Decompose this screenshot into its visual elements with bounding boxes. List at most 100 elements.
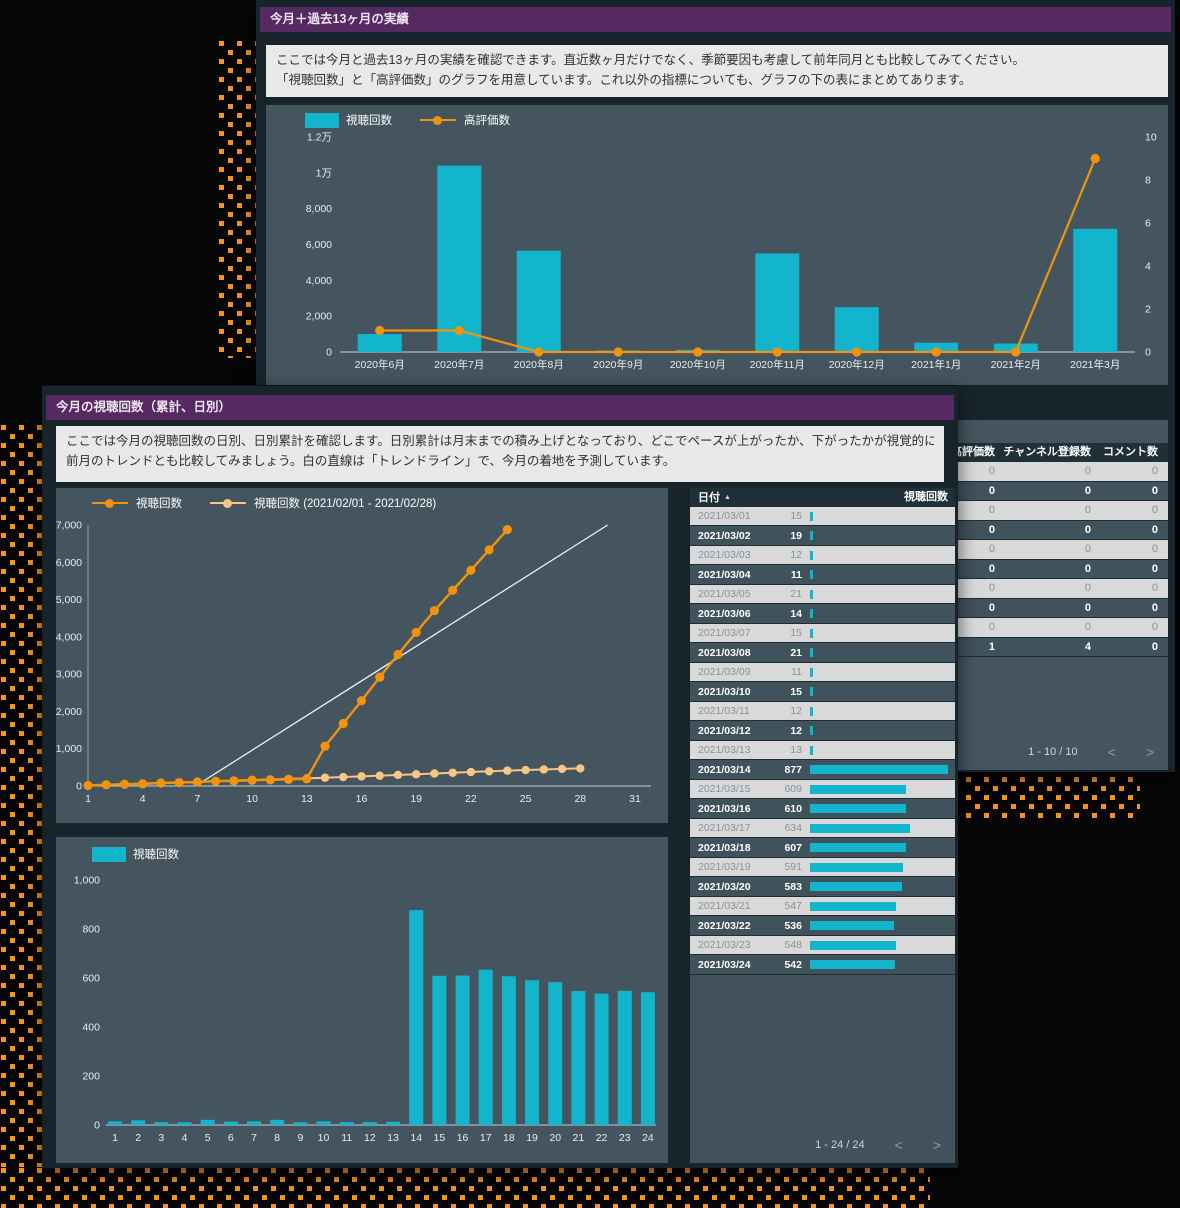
column-header-views[interactable]: 視聴回数: [904, 488, 948, 507]
legend-item-previous[interactable]: 視聴回数 (2021/02/01 - 2021/02/28): [210, 495, 436, 511]
value-cell: 11: [752, 663, 802, 681]
legend-item-views[interactable]: 視聴回数: [305, 112, 392, 128]
table-row[interactable]: 2021/03/21547: [690, 897, 955, 916]
date-cell: 2021/03/17: [698, 819, 751, 837]
value-cell: 15: [752, 507, 802, 525]
legend-label: 視聴回数 (2021/02/01 - 2021/02/28): [254, 495, 436, 511]
sort-asc-icon: ▲: [724, 494, 731, 501]
next-page-icon[interactable]: >: [1146, 744, 1154, 760]
date-cell: 2021/03/02: [698, 527, 751, 545]
svg-text:20: 20: [549, 1132, 561, 1144]
table-row[interactable]: 2021/03/1212: [690, 722, 955, 741]
value-cell: 15: [752, 683, 802, 701]
date-cell: 2021/03/05: [698, 585, 751, 603]
table-row[interactable]: 2021/03/18607: [690, 839, 955, 858]
svg-text:800: 800: [82, 924, 100, 936]
prev-page-icon[interactable]: <: [1108, 744, 1116, 760]
svg-text:6: 6: [1145, 218, 1151, 230]
table-row[interactable]: 2021/03/1112: [690, 702, 955, 721]
table-row[interactable]: 2021/03/14877: [690, 761, 955, 780]
svg-text:2020年9月: 2020年9月: [593, 358, 643, 371]
svg-text:0: 0: [94, 1120, 100, 1132]
table-row[interactable]: 2021/03/0312: [690, 546, 955, 565]
value-cell: 0: [1040, 501, 1158, 520]
svg-text:2,000: 2,000: [306, 311, 332, 323]
combo-chart[interactable]: 02,0004,0006,0008,0001万1.2万02468102020年6…: [266, 129, 1168, 383]
legend-item-current[interactable]: 視聴回数: [92, 495, 182, 511]
date-cell: 2021/03/09: [698, 663, 751, 681]
table-row[interactable]: 2021/03/0115: [690, 507, 955, 526]
svg-text:14: 14: [410, 1132, 422, 1144]
table-header-row: 日付▲ 視聴回数: [690, 488, 955, 507]
table-row[interactable]: 2021/03/0219: [690, 527, 955, 546]
date-cell: 2021/03/03: [698, 546, 751, 564]
desktop-pattern: [965, 776, 1140, 820]
cumulative-line-card: 視聴回数 視聴回数 (2021/02/01 - 2021/02/28) 01,0…: [56, 488, 668, 823]
table-row[interactable]: 2021/03/0521: [690, 585, 955, 604]
svg-text:4,000: 4,000: [56, 631, 82, 643]
next-page-icon[interactable]: >: [933, 1137, 941, 1153]
svg-text:3: 3: [158, 1132, 164, 1144]
table-row[interactable]: 2021/03/22536: [690, 917, 955, 936]
value-cell: 536: [752, 917, 802, 935]
value-cell: 634: [752, 819, 802, 837]
panel-description: ここでは今月と過去13ヶ月の実績を確認できます。直近数ヶ月だけでなく、季節要因も…: [266, 45, 1168, 97]
table-row[interactable]: 2021/03/16610: [690, 800, 955, 819]
data-bar: [810, 765, 948, 774]
date-cell: 2021/03/12: [698, 722, 751, 740]
legend-label: 視聴回数: [346, 112, 392, 128]
date-cell: 2021/03/13: [698, 741, 751, 759]
value-cell: 609: [752, 780, 802, 798]
desktop: { "desktop": { "pattern_color": "#f7941d…: [0, 0, 1180, 1208]
table-row[interactable]: 2021/03/0614: [690, 605, 955, 624]
table-row[interactable]: 2021/03/1015: [690, 683, 955, 702]
table-row[interactable]: 2021/03/23548: [690, 936, 955, 955]
date-cell: 2021/03/14: [698, 761, 751, 779]
table-row[interactable]: 2021/03/24542: [690, 956, 955, 975]
prev-page-icon[interactable]: <: [895, 1137, 903, 1153]
table-row[interactable]: 2021/03/0911: [690, 663, 955, 682]
table-row[interactable]: 2021/03/15609: [690, 780, 955, 799]
table-row[interactable]: 2021/03/20583: [690, 878, 955, 897]
bar-swatch-icon: [92, 847, 126, 862]
svg-text:2020年8月: 2020年8月: [514, 358, 564, 371]
value-cell: 0: [1040, 579, 1158, 598]
date-cell: 2021/03/21: [698, 897, 751, 915]
cumulative-line-chart[interactable]: 01,0002,0003,0004,0005,0006,0007,0001471…: [56, 516, 668, 820]
legend-item-likes[interactable]: 高評価数: [420, 112, 510, 128]
svg-text:1,000: 1,000: [56, 743, 82, 755]
data-bar: [810, 570, 813, 579]
value-cell: 0: [1040, 540, 1158, 559]
table-row[interactable]: 2021/03/17634: [690, 819, 955, 838]
table-row[interactable]: 2021/03/19591: [690, 858, 955, 877]
date-cell: 2021/03/11: [698, 702, 750, 720]
data-bar: [810, 726, 813, 735]
data-bar: [810, 824, 910, 833]
date-cell: 2021/03/10: [698, 683, 751, 701]
desktop-pattern: [0, 1167, 930, 1208]
value-cell: 11: [752, 566, 802, 584]
data-bar: [810, 746, 813, 755]
data-bar: [810, 941, 896, 950]
column-header-comments[interactable]: コメント数: [1040, 443, 1158, 462]
value-cell: 12: [752, 546, 802, 564]
table-row[interactable]: 2021/03/0821: [690, 644, 955, 663]
legend-item-views[interactable]: 視聴回数: [92, 846, 179, 862]
data-bar: [810, 863, 903, 872]
daily-bar-chart[interactable]: 02004006008001,0001234567891011121314151…: [56, 863, 668, 1155]
svg-text:15: 15: [434, 1132, 446, 1144]
table-row[interactable]: 2021/03/1313: [690, 741, 955, 760]
data-bar: [810, 882, 902, 891]
column-header-date[interactable]: 日付▲: [698, 488, 731, 508]
table-row[interactable]: 2021/03/0715: [690, 624, 955, 643]
date-cell: 2021/03/04: [698, 566, 751, 584]
svg-text:2,000: 2,000: [56, 706, 82, 718]
value-cell: 12: [752, 722, 802, 740]
svg-text:2: 2: [1145, 304, 1151, 316]
svg-text:19: 19: [410, 793, 422, 805]
svg-text:1: 1: [112, 1132, 118, 1144]
value-cell: 610: [752, 800, 802, 818]
table-row[interactable]: 2021/03/0411: [690, 566, 955, 585]
svg-text:600: 600: [82, 973, 100, 985]
table-pagination: 1 - 10 / 10 < >: [1028, 744, 1154, 760]
